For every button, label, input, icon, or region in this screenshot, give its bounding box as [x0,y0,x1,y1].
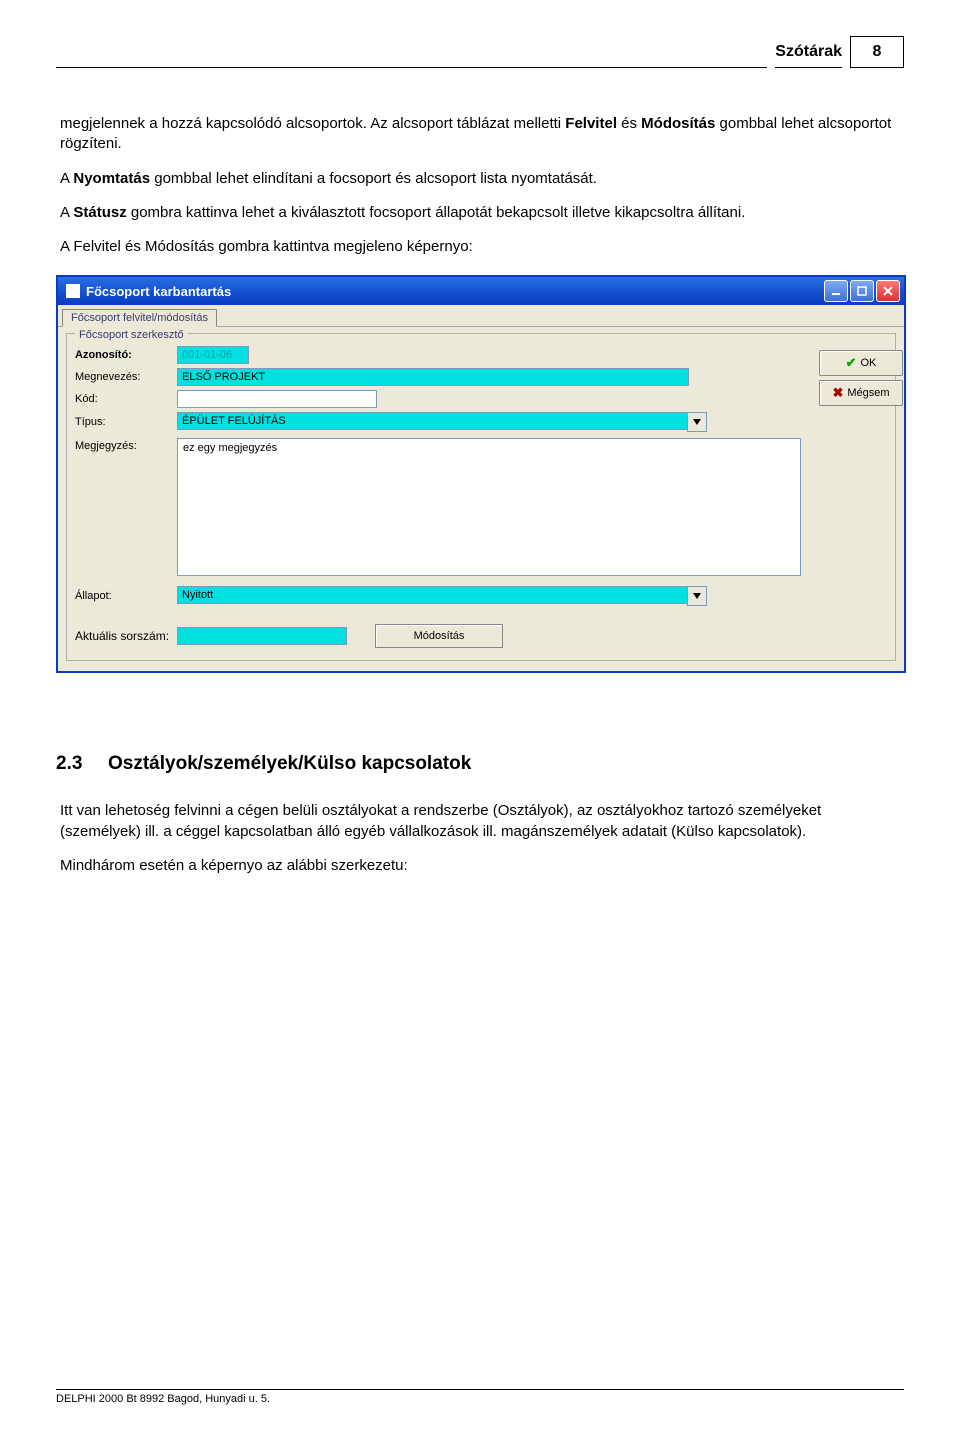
value-azonosito: 001-01-06 [182,349,232,361]
text: megjelennek a hozzá kapcsolódó alcsoport… [60,115,565,132]
ok-button[interactable]: ✔ OK [819,350,903,376]
header-rule [56,40,767,68]
footer-rule [56,1389,904,1390]
dropdown-allapot[interactable]: Nyitott [177,586,707,606]
dropdown-allapot-value: Nyitott [177,586,687,604]
input-kod[interactable] [177,390,377,408]
paragraph-2: A Nyomtatás gombbal lehet elindítani a f… [60,169,904,189]
panel-title: Főcsoport szerkesztő [75,329,188,341]
section-number: 2.3 [56,753,108,775]
minimize-button[interactable] [824,280,848,302]
text: A [60,204,73,221]
close-icon [883,286,893,296]
paragraph-1: megjelennek a hozzá kapcsolódó alcsoport… [60,114,904,155]
page-number-box: 8 [850,36,904,68]
input-megnevezes[interactable]: ELSŐ PROJEKT [177,368,689,386]
label-aktualis: Aktuális sorszám: [75,629,177,643]
minimize-icon [831,286,841,296]
input-aktualis[interactable] [177,627,347,645]
cancel-button[interactable]: ✖ Mégsem [819,380,903,406]
label-azonosito: Azonosító: [75,349,177,361]
section-paragraph-1: Itt van lehetoség felvinni a cégen belül… [60,801,904,842]
text: A [60,170,73,187]
ok-button-label: OK [861,357,877,369]
label-allapot: Állapot: [75,590,177,602]
dropdown-tipus-value: ÉPÜLET FELÚJÍTÁS [177,412,687,430]
dropdown-allapot-button[interactable] [687,586,707,606]
window-titlebar[interactable]: Főcsoport karbantartás [58,277,904,305]
label-megnevezes: Megnevezés: [75,371,177,383]
section-heading: 2.3 Osztályok/személyek/Külso kapcsolato… [56,753,904,775]
maximize-button[interactable] [850,280,874,302]
text: és [617,115,641,132]
header-section-title: Szótárak [775,40,842,68]
close-button[interactable] [876,280,900,302]
page-header: Szótárak 8 [56,40,904,68]
chevron-down-icon [693,593,701,599]
label-megjegyzes: Megjegyzés: [75,438,177,452]
bold-text: Felvitel [565,115,617,132]
app-window: Főcsoport karbantartás Főcsoport felvite… [56,275,906,673]
section-title: Osztályok/személyek/Külso kapcsolatok [108,753,471,775]
check-icon: ✔ [846,355,857,371]
window-icon [66,284,80,298]
editor-panel: Főcsoport szerkesztő Azonosító: 001-01-0… [66,333,896,661]
input-azonosito[interactable]: 001-01-06 [177,346,249,364]
maximize-icon [857,286,867,296]
page-footer: DELPHI 2000 Bt 8992 Bagod, Hunyadi u. 5. [56,1389,904,1405]
dropdown-tipus[interactable]: ÉPÜLET FELÚJÍTÁS [177,412,707,432]
modify-button[interactable]: Módosítás [375,624,503,648]
dropdown-tipus-button[interactable] [687,412,707,432]
bold-text: Módosítás [641,115,715,132]
window-title: Főcsoport karbantartás [86,284,824,299]
section-paragraph-2: Mindhárom esetén a képernyo az alábbi sz… [60,856,904,876]
chevron-down-icon [693,419,701,425]
paragraph-3: A Státusz gombra kattinva lehet a kivála… [60,203,904,223]
label-kod: Kód: [75,393,177,405]
text: gombbal lehet elindítani a focsoport és … [150,170,597,187]
text: gombra kattinva lehet a kiválasztott foc… [127,204,746,221]
paragraph-4: A Felvitel és Módosítás gombra kattintva… [60,237,904,257]
cross-icon: ✖ [832,385,843,401]
cancel-button-label: Mégsem [847,387,889,399]
bold-text: Státusz [73,204,126,221]
footer-text: DELPHI 2000 Bt 8992 Bagod, Hunyadi u. 5. [56,1393,270,1405]
tab-strip: Főcsoport felvitel/módosítás [58,305,904,327]
bold-text: Nyomtatás [73,170,150,187]
tab-main[interactable]: Főcsoport felvitel/módosítás [62,309,217,327]
textarea-megjegyzes[interactable]: ez egy megjegyzés [177,438,801,576]
label-tipus: Típus: [75,416,177,428]
